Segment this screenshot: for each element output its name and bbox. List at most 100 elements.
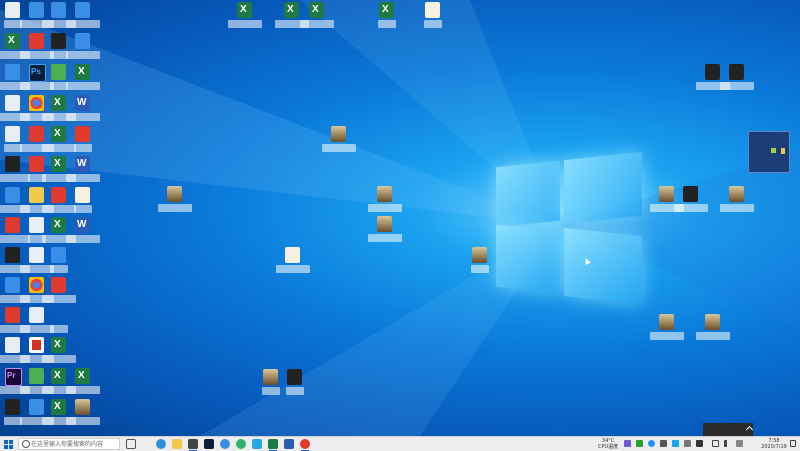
start-button[interactable] bbox=[2, 438, 16, 450]
windows-logo-pane bbox=[9, 440, 13, 444]
icon-label bbox=[74, 205, 92, 213]
taskbar-clock[interactable]: 7:58 2020/7/19 bbox=[755, 438, 793, 450]
desktop-icon-excel[interactable] bbox=[228, 2, 262, 30]
desktop-icon-picture[interactable] bbox=[158, 186, 192, 214]
app-icon bbox=[5, 95, 20, 111]
recycle-bin-icon bbox=[5, 2, 20, 18]
desktop-icon-app[interactable] bbox=[66, 2, 100, 30]
task-view-button[interactable] bbox=[126, 439, 136, 449]
icon-label bbox=[74, 144, 92, 152]
taskbar-app-icon[interactable] bbox=[236, 439, 246, 449]
desktop-icon-word[interactable] bbox=[66, 156, 100, 184]
desktop-icon-excel[interactable] bbox=[370, 2, 404, 30]
desktop-icon-app[interactable] bbox=[720, 64, 754, 92]
icon-label bbox=[66, 417, 100, 425]
tray-app-icon[interactable] bbox=[636, 440, 643, 447]
desktop-icon-excel[interactable] bbox=[42, 337, 76, 365]
taskbar-search-box[interactable]: 在这里输入你要搜索的内容 bbox=[18, 438, 120, 450]
excel-icon bbox=[75, 64, 90, 80]
tray-app-icon[interactable] bbox=[696, 440, 703, 447]
widget-icon bbox=[781, 148, 785, 154]
desktop[interactable] bbox=[0, 0, 800, 436]
network-icon[interactable] bbox=[712, 440, 719, 447]
taskbar-app-icon[interactable] bbox=[252, 439, 262, 449]
logo-pane-bottom-right bbox=[564, 227, 642, 305]
tray-app-icon[interactable] bbox=[672, 440, 679, 447]
app-icon bbox=[5, 217, 20, 233]
desktop-icon-picture[interactable] bbox=[696, 314, 730, 342]
taskbar-app-icon[interactable] bbox=[188, 439, 198, 451]
tray-app-icon[interactable] bbox=[624, 440, 631, 447]
desktop-icon-file[interactable] bbox=[276, 247, 310, 275]
desktop-icon-picture[interactable] bbox=[650, 314, 684, 342]
weather-widget[interactable]: 34°C CPU温度 bbox=[598, 438, 618, 450]
icon-label bbox=[276, 265, 310, 273]
desktop-icon-word[interactable] bbox=[66, 95, 100, 123]
icon-label bbox=[42, 355, 76, 363]
app-icon bbox=[5, 126, 20, 142]
desktop-icon-word[interactable] bbox=[66, 217, 100, 245]
desktop-icon-excel[interactable] bbox=[300, 2, 334, 30]
desktop-icon-file[interactable] bbox=[66, 187, 100, 215]
taskbar-excel-icon[interactable] bbox=[268, 439, 278, 451]
icon-label bbox=[322, 144, 356, 152]
desktop-icon-app[interactable] bbox=[66, 126, 100, 154]
excel-icon bbox=[51, 95, 66, 111]
icon-label bbox=[66, 20, 100, 28]
icon-label bbox=[42, 295, 76, 303]
desktop-icon-app[interactable] bbox=[42, 277, 76, 305]
excel-icon bbox=[51, 217, 66, 233]
desktop-icon-excel[interactable] bbox=[66, 64, 100, 92]
icon-label bbox=[368, 204, 402, 212]
excel-icon bbox=[51, 156, 66, 172]
taskbar-photoshop-icon[interactable] bbox=[204, 439, 214, 449]
desktop-icon-app[interactable] bbox=[66, 33, 100, 61]
desktop-icon-picture[interactable] bbox=[66, 399, 100, 427]
windows-logo-wallpaper bbox=[496, 151, 642, 305]
input-method-icon[interactable] bbox=[736, 440, 743, 447]
icon-label bbox=[696, 332, 730, 340]
tray-app-icon[interactable] bbox=[684, 440, 691, 447]
file-icon bbox=[75, 187, 90, 203]
desktop-icon-picture[interactable] bbox=[368, 186, 402, 214]
app-icon bbox=[5, 337, 20, 353]
picture-file-icon bbox=[377, 216, 392, 232]
taskbar-app-icon[interactable] bbox=[220, 439, 230, 449]
desktop-icon-picture[interactable] bbox=[368, 216, 402, 244]
search-placeholder: 在这里输入你要搜索的内容 bbox=[31, 441, 104, 448]
tray-app-icon[interactable] bbox=[660, 440, 667, 447]
chevron-up-icon bbox=[745, 425, 754, 434]
taskbar-edge-icon[interactable] bbox=[156, 439, 166, 449]
desktop-icon-shortcut[interactable] bbox=[42, 307, 76, 335]
desktop-icon-picture[interactable] bbox=[463, 247, 497, 275]
icon-label bbox=[424, 20, 442, 28]
tray-overflow-popup[interactable] bbox=[703, 423, 754, 436]
app-icon bbox=[51, 187, 66, 203]
floating-widget[interactable] bbox=[748, 131, 790, 173]
icon-label bbox=[66, 174, 100, 182]
notification-center-icon[interactable] bbox=[790, 440, 796, 447]
desktop-icon-file[interactable] bbox=[416, 2, 450, 30]
desktop-icon-app[interactable] bbox=[674, 186, 708, 214]
app-icon bbox=[75, 126, 90, 142]
app-icon bbox=[5, 307, 20, 323]
desktop-icon-picture[interactable] bbox=[322, 126, 356, 154]
taskbar-file-explorer-icon[interactable] bbox=[172, 439, 182, 449]
desktop-icon-app[interactable] bbox=[42, 247, 76, 275]
icon-label bbox=[378, 20, 396, 28]
desktop-icon-app[interactable] bbox=[278, 369, 312, 397]
desktop-icon-picture[interactable] bbox=[720, 186, 754, 214]
icon-label bbox=[650, 332, 684, 340]
app-icon bbox=[5, 156, 20, 172]
desktop-icon-excel[interactable] bbox=[66, 368, 100, 396]
taskbar-word-icon[interactable] bbox=[284, 439, 294, 449]
excel-icon bbox=[237, 2, 252, 18]
tray-app-icon[interactable] bbox=[648, 440, 655, 447]
volume-icon[interactable] bbox=[724, 440, 731, 447]
taskbar-app-icon[interactable] bbox=[300, 439, 310, 451]
logo-pane-bottom-left bbox=[496, 224, 560, 294]
clock-date: 2020/7/19 bbox=[761, 444, 787, 450]
picture-file-icon bbox=[659, 186, 674, 202]
icon-label bbox=[286, 387, 304, 395]
edge-icon bbox=[5, 64, 20, 80]
